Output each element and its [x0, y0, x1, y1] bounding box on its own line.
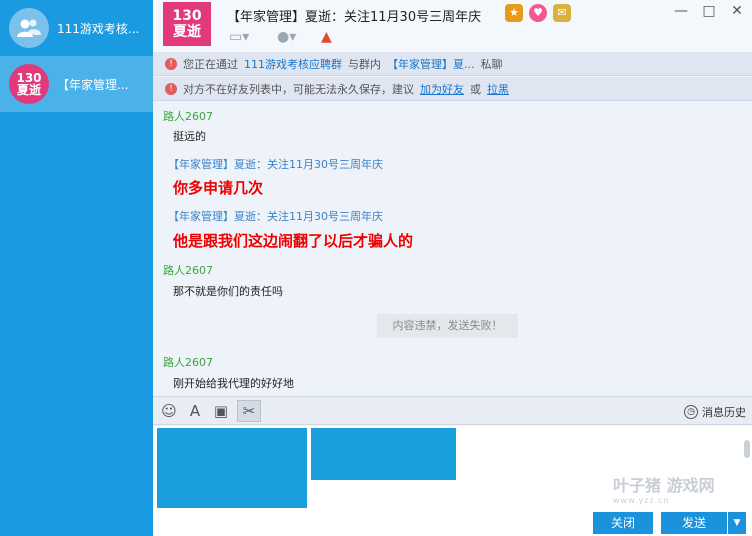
input-scrollbar[interactable]: [744, 440, 750, 458]
message-text: 他是跟我们这边闹翻了以后才骗人的: [173, 232, 414, 250]
microphone-icon[interactable]: ●▾: [277, 28, 296, 46]
header-avatar[interactable]: 130 夏逝: [163, 2, 211, 46]
share-screen-icon[interactable]: ▭▾: [229, 28, 249, 46]
message-text: 那不就是你们的责任吗: [173, 285, 283, 298]
minimize-button[interactable]: —: [671, 2, 691, 20]
member-link[interactable]: 【年家管理】夏...: [387, 56, 475, 72]
input-toolbar: ☺ A ▣ ✂ ◷ 消息历史: [153, 396, 752, 425]
history-label: 消息历史: [702, 406, 746, 419]
add-friend-link[interactable]: 加为好友: [420, 81, 464, 97]
conversation-label: 111游戏考核...: [57, 21, 140, 36]
heart-badge-icon[interactable]: ♥: [529, 4, 547, 22]
message-history-button[interactable]: ◷ 消息历史: [684, 404, 746, 420]
emoji-icon[interactable]: ☺: [159, 401, 179, 421]
watermark-title: 叶子猪 游戏网: [613, 476, 715, 495]
message-sender[interactable]: 【年家管理】夏逝：关注11月30号三周年庆: [168, 208, 383, 224]
message-sender[interactable]: 【年家管理】夏逝：关注11月30号三周年庆: [168, 156, 383, 172]
font-icon[interactable]: A: [185, 401, 205, 421]
alarm-icon[interactable]: ▲: [321, 28, 332, 46]
watermark-logo: 叶子猪 游戏网 www.yzz.cn: [613, 472, 715, 505]
avatar-text-bottom: 夏逝: [16, 83, 41, 97]
message-sender[interactable]: 路人2607: [163, 108, 213, 124]
conversation-sidebar: 111游戏考核... 130 夏逝 【年家管理...: [0, 0, 153, 536]
avatar-text-bottom: 夏逝: [173, 24, 201, 40]
message-text: 挺远的: [173, 130, 206, 143]
warning-icon: !: [165, 57, 177, 70]
maximize-button[interactable]: □: [699, 2, 719, 20]
send-options-chevron-icon[interactable]: ▼: [728, 512, 746, 534]
message-text: 你多申请几次: [173, 179, 264, 197]
message-sender[interactable]: 路人2607: [163, 262, 213, 278]
pasted-image[interactable]: [157, 428, 307, 508]
message-input[interactable]: 叶子猪 游戏网 www.yzz.cn 关闭 发送 ▼: [153, 426, 752, 536]
block-link[interactable]: 拉黑: [487, 81, 509, 97]
notice-text: 对方不在好友列表中，可能无法永久保存，建议: [183, 82, 414, 96]
chat-header: 130 夏逝 【年家管理】夏逝：关注11月30号三周年庆 ★ ♥ ✉ ▭▾ ●▾…: [153, 0, 752, 52]
notice-text: 或: [470, 82, 481, 96]
mail-badge-icon[interactable]: ✉: [553, 4, 571, 22]
conversation-label: 【年家管理...: [57, 77, 129, 92]
screenshot-scissors-icon[interactable]: ✂: [237, 400, 261, 422]
chat-title: 【年家管理】夏逝：关注11月30号三周年庆: [227, 10, 482, 25]
close-button[interactable]: 关闭: [593, 512, 653, 534]
system-message: 内容违禁，发送失败！: [377, 314, 518, 338]
message-sender[interactable]: 路人2607: [163, 354, 213, 370]
conversation-item-group[interactable]: 111游戏考核...: [0, 0, 153, 56]
conversation-item-private[interactable]: 130 夏逝 【年家管理...: [0, 56, 153, 112]
message-text: 刚开始给我代理的好好地: [173, 377, 294, 390]
watermark-url: www.yzz.cn: [613, 496, 670, 505]
notice-text: 与群内: [348, 57, 381, 71]
contact-avatar: 130 夏逝: [9, 64, 49, 104]
stranger-notice: ! 对方不在好友列表中，可能无法永久保存，建议 加为好友 或 拉黑: [153, 77, 752, 101]
close-window-button[interactable]: ✕: [727, 2, 747, 20]
vip-badge-icon[interactable]: ★: [505, 4, 523, 22]
notice-text: 私聊: [480, 57, 503, 71]
private-chat-notice: ! 您正在通过 111游戏考核应聘群 与群内 【年家管理】夏... 私聊: [153, 52, 752, 76]
send-button[interactable]: 发送: [661, 512, 727, 534]
clock-icon: ◷: [684, 405, 698, 419]
pasted-image[interactable]: [311, 428, 456, 480]
group-avatar-icon: [9, 8, 49, 48]
warning-icon: !: [165, 82, 177, 95]
notice-text: 您正在通过: [183, 57, 238, 71]
message-list[interactable]: 路人2607 挺远的 【年家管理】夏逝：关注11月30号三周年庆 你多申请几次 …: [153, 102, 752, 396]
avatar-text-top: 130: [172, 8, 202, 24]
group-link[interactable]: 111游戏考核应聘群: [244, 56, 342, 72]
image-icon[interactable]: ▣: [211, 401, 231, 421]
